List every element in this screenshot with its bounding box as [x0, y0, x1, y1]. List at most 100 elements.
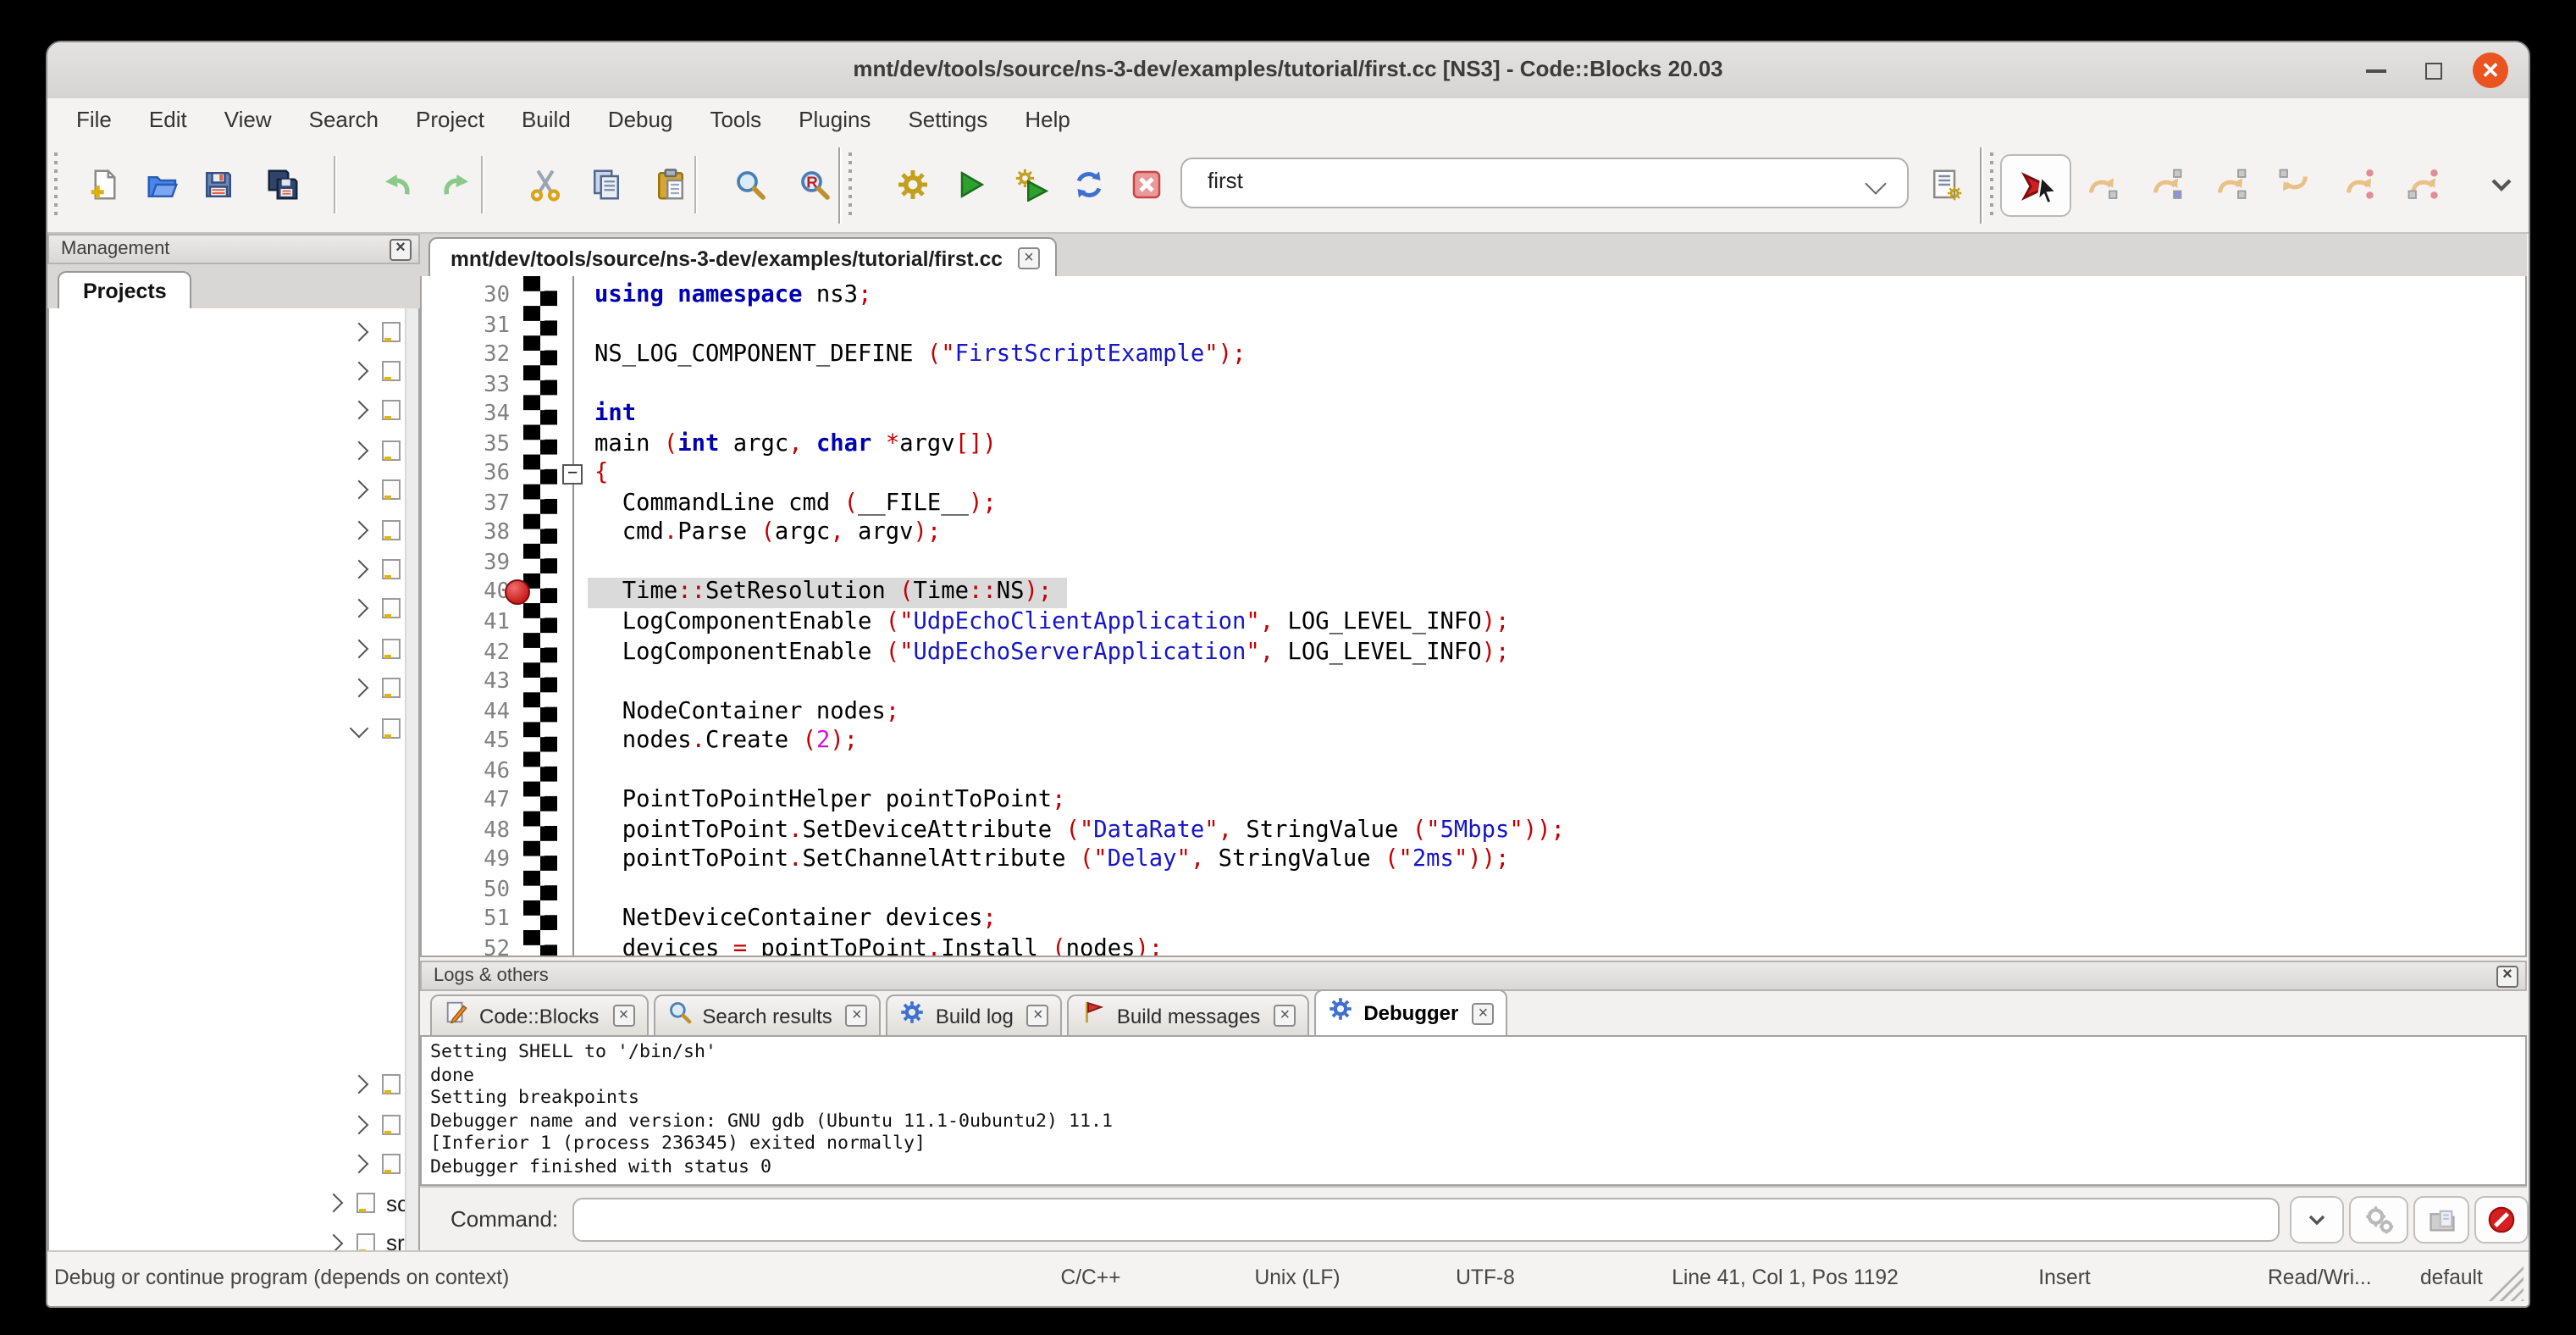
command-input[interactable] [572, 1198, 2280, 1242]
tree-item-stat[interactable]: stat [49, 589, 418, 629]
tree-item-tuto[interactable]: tuto [49, 708, 418, 748]
debugger-log[interactable]: Setting SHELL to '/bin/sh'doneSetting br… [420, 1035, 2527, 1186]
chevron-right-icon[interactable] [350, 679, 369, 698]
build-target-input[interactable] [1204, 166, 1838, 195]
tree-item-traffi[interactable]: traffi [49, 668, 418, 708]
copy-button[interactable] [584, 163, 628, 207]
code-line-51[interactable]: 51 NetDeviceContainer devices; [422, 906, 2525, 935]
tree-item-tcp[interactable]: tcp [49, 629, 418, 668]
line-number[interactable]: 49 [422, 846, 510, 876]
undo-button[interactable] [374, 163, 418, 207]
tree-item-nam[interactable]: nam [49, 430, 418, 470]
code-line-47[interactable]: 47 PointToPointHelper pointToPoint; [422, 787, 2525, 817]
next-instruction-button[interactable] [2337, 163, 2381, 207]
line-number[interactable]: 51 [422, 906, 510, 935]
tree-scrollbar[interactable] [405, 308, 418, 1250]
line-number[interactable]: 30 [422, 281, 510, 311]
tree-item-src[interactable]: src [49, 1223, 418, 1252]
line-number[interactable]: 38 [422, 519, 510, 549]
code-line-45[interactable]: 45 nodes.Create (2); [422, 727, 2525, 756]
code-line-30[interactable]: 30using namespace ns3; [422, 281, 2525, 311]
line-number[interactable]: 44 [422, 697, 510, 727]
log-tab-search-results[interactable]: Search results× [653, 994, 881, 1035]
chevron-right-icon[interactable] [324, 1194, 344, 1213]
tree-item-mat[interactable]: mat [49, 391, 418, 431]
paste-button[interactable] [649, 163, 693, 207]
tree-item-he[interactable]: he [49, 867, 418, 906]
code-line-34[interactable]: 34int [422, 400, 2525, 429]
line-number[interactable]: 41 [422, 608, 510, 638]
menu-search[interactable]: Search [290, 101, 397, 136]
code-line-48[interactable]: 48 pointToPoint.SetDeviceAttribute ("Dat… [422, 817, 2525, 846]
chevron-right-icon[interactable] [350, 1075, 369, 1094]
tree-item-udp-[interactable]: udp- [49, 1105, 418, 1144]
line-number[interactable]: 39 [422, 549, 510, 579]
build-target-combo[interactable] [1180, 158, 1909, 208]
line-number[interactable]: 48 [422, 817, 510, 846]
rebuild-button[interactable] [1067, 163, 1111, 207]
toolbar-grip[interactable] [1990, 152, 1993, 220]
line-number[interactable]: 33 [422, 370, 510, 400]
close-panel-icon[interactable]: × [2496, 966, 2518, 988]
find-and-replace-button[interactable]: R [793, 163, 837, 207]
chevron-right-icon[interactable] [350, 1154, 369, 1173]
breakpoint-icon[interactable] [505, 580, 530, 606]
menu-plugins[interactable]: Plugins [780, 101, 889, 136]
close-tab-icon[interactable]: × [612, 1005, 634, 1027]
tree-item-th[interactable]: th [49, 1025, 418, 1065]
code-line-43[interactable]: 43 [422, 668, 2525, 697]
line-number[interactable]: 34 [422, 400, 510, 429]
management-caption[interactable]: Management × [47, 234, 420, 264]
code-line-41[interactable]: 41 LogComponentEnable ("UdpEchoClientApp… [422, 608, 2525, 638]
step-out-button[interactable] [2273, 163, 2317, 207]
code-line-44[interactable]: 44 NodeContainer nodes; [422, 697, 2525, 727]
tree-item-ipv6[interactable]: ipv6 [49, 352, 418, 391]
code-line-46[interactable]: 46 [422, 757, 2525, 787]
code-line-39[interactable]: 39 [422, 549, 2525, 579]
abort-build-button[interactable] [1125, 163, 1169, 207]
tree-item-six[interactable]: six [49, 985, 418, 1025]
next-line-button[interactable] [2144, 163, 2188, 207]
line-number[interactable]: 46 [422, 757, 510, 787]
menu-tools[interactable]: Tools [691, 101, 780, 136]
chevron-right-icon[interactable] [350, 600, 369, 619]
code-line-36[interactable]: 36−{ [422, 460, 2525, 490]
line-number[interactable]: 43 [422, 668, 510, 697]
logs-caption[interactable]: Logs & others × [420, 961, 2527, 991]
step-into-instruction-button[interactable] [2402, 163, 2446, 207]
stop-debugger-button[interactable] [2474, 1196, 2529, 1244]
toolbar-grip[interactable] [54, 152, 58, 220]
code-line-32[interactable]: 32NS_LOG_COMPONENT_DEFINE ("FirstScriptE… [422, 341, 2525, 370]
resize-grip[interactable] [2486, 1264, 2523, 1301]
line-number[interactable]: 47 [422, 787, 510, 817]
toolbar-grip[interactable] [849, 152, 852, 220]
code-line-38[interactable]: 38 cmd.Parse (argc, argv); [422, 519, 2525, 549]
close-tab-icon[interactable]: × [1274, 1005, 1296, 1027]
editor-tab-first-cc[interactable]: mnt/dev/tools/source/ns-3-dev/examples/t… [428, 237, 1057, 278]
maximize-button[interactable] [2415, 53, 2451, 88]
close-tab-icon[interactable]: × [1027, 1005, 1049, 1027]
code-area[interactable]: 30using namespace ns3;3132NS_LOG_COMPONE… [420, 276, 2527, 957]
menu-settings[interactable]: Settings [889, 101, 1006, 136]
build-and-run-button[interactable] [1009, 163, 1053, 207]
tree-item-fo[interactable]: fo [49, 827, 418, 867]
code-line-42[interactable]: 42 LogComponentEnable ("UdpEchoServerApp… [422, 638, 2525, 668]
tree-item-udp[interactable]: udp [49, 1065, 418, 1105]
code-line-40[interactable]: 40 Time::SetResolution (Time::NS); [422, 579, 2525, 608]
chevron-right-icon[interactable] [350, 639, 369, 658]
chevron-right-icon[interactable] [324, 1233, 344, 1252]
line-number[interactable]: 32 [422, 341, 510, 370]
close-button[interactable]: ✕ [2473, 53, 2508, 88]
find-button[interactable] [728, 163, 772, 207]
chevron-right-icon[interactable] [350, 560, 369, 579]
chevron-right-icon[interactable] [350, 362, 369, 381]
chevron-right-icon[interactable] [350, 480, 369, 500]
chevron-right-icon[interactable] [350, 440, 369, 460]
build-button[interactable] [891, 163, 935, 207]
project-tree[interactable]: erroipv6matnamrealtroutsockstattcptraffi… [47, 308, 420, 1252]
tree-item-fir[interactable]: fir [49, 787, 418, 827]
log-tab-build-log[interactable]: Build log× [887, 994, 1063, 1035]
tree-item-realt[interactable]: realt [49, 470, 418, 510]
close-panel-icon[interactable]: × [390, 239, 412, 261]
redo-button[interactable] [435, 163, 479, 207]
